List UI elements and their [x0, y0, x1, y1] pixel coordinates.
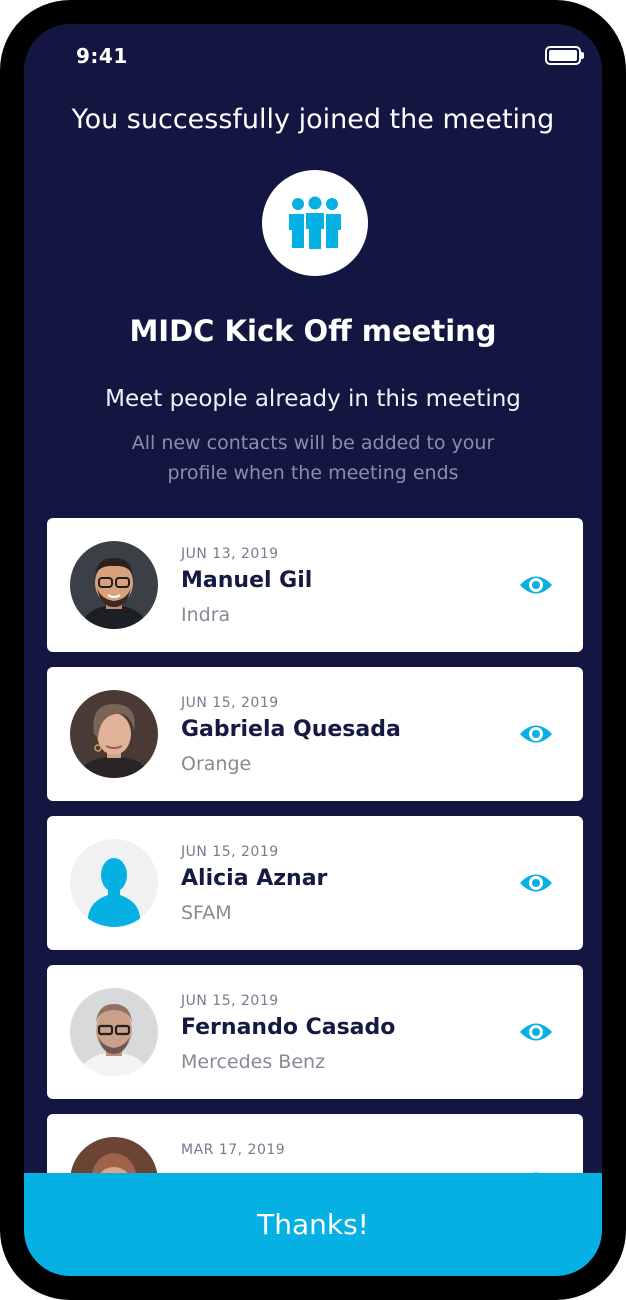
view-contact-button[interactable] — [519, 719, 553, 749]
avatar — [70, 988, 158, 1076]
eye-icon — [520, 1023, 552, 1041]
contact-name: Gabriela Quesada — [181, 717, 401, 742]
view-contact-button[interactable] — [519, 1017, 553, 1047]
person-placeholder-icon — [70, 839, 158, 927]
contact-name: Manuel Gil — [181, 568, 313, 593]
contact-date: JUN 13, 2019 — [181, 546, 279, 562]
contact-company: Indra — [181, 604, 231, 626]
meeting-name: MIDC Kick Off meeting — [129, 314, 497, 348]
contact-company: SFAM — [181, 902, 232, 924]
battery-full-icon — [545, 46, 584, 65]
avatar — [70, 690, 158, 778]
contact-name: Fernando Casado — [181, 1015, 396, 1040]
avatar — [70, 839, 158, 927]
page-title: You successfully joined the meeting — [71, 104, 555, 135]
group-icon — [289, 196, 341, 250]
app-screen: 9:41 You successfully joined the meeting… — [24, 24, 602, 1276]
contacts-list: JUN 13, 2019 Manuel Gil Indra JUN 15, 20… — [47, 518, 583, 1263]
eye-icon — [520, 576, 552, 594]
contact-date: MAR 17, 2019 — [181, 1142, 286, 1158]
contact-name: Alicia Aznar — [181, 866, 328, 891]
eye-icon — [520, 874, 552, 892]
view-contact-button[interactable] — [519, 570, 553, 600]
contact-card[interactable]: JUN 15, 2019 Alicia Aznar SFAM — [47, 816, 583, 950]
contact-card[interactable]: JUN 15, 2019 Fernando Casado Mercedes Be… — [47, 965, 583, 1099]
contact-card[interactable]: JUN 13, 2019 Manuel Gil Indra — [47, 518, 583, 652]
contact-date: JUN 15, 2019 — [181, 695, 279, 711]
thanks-button[interactable]: Thanks! — [24, 1173, 602, 1276]
view-contact-button[interactable] — [519, 868, 553, 898]
contact-company: Orange — [181, 753, 252, 775]
contact-company: Mercedes Benz — [181, 1051, 326, 1073]
contact-date: JUN 15, 2019 — [181, 844, 279, 860]
eye-icon — [520, 725, 552, 743]
phone-frame: 9:41 You successfully joined the meeting… — [0, 0, 626, 1300]
contact-date: JUN 15, 2019 — [181, 993, 279, 1009]
status-time: 9:41 — [76, 44, 128, 68]
meet-note: All new contacts will be added to your p… — [131, 432, 495, 484]
avatar — [70, 541, 158, 629]
meeting-badge — [262, 170, 368, 276]
contact-card[interactable]: JUN 15, 2019 Gabriela Quesada Orange — [47, 667, 583, 801]
meet-subtitle: Meet people already in this meeting — [105, 386, 521, 412]
